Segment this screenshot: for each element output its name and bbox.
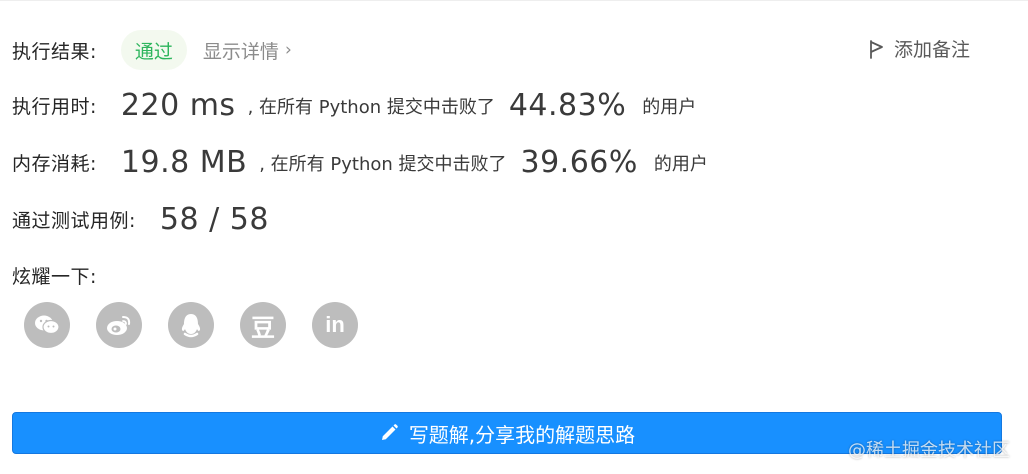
show-details-link[interactable]: 显示详情 ›: [203, 37, 292, 64]
runtime-row: 执行用时: 220 ms , 在所有 Python 提交中击败了 44.83% …: [12, 88, 696, 123]
write-solution-label: 写题解,分享我的解题思路: [408, 422, 636, 447]
memory-percent: 39.66%: [520, 145, 638, 180]
wechat-glyph: [35, 315, 60, 335]
testcases-label: 通过测试用例:: [12, 210, 136, 232]
watermark: @稀土掘金技术社区: [848, 440, 1010, 461]
qq-glyph: [181, 314, 201, 338]
add-note-label: 添加备注: [894, 39, 971, 61]
memory-row: 内存消耗: 19.8 MB , 在所有 Python 提交中击败了 39.66%…: [12, 145, 708, 180]
memory-beat-text: , 在所有 Python 提交中击败了: [259, 153, 507, 175]
share-row-label: 炫耀一下:: [12, 262, 97, 289]
flag-icon: [870, 39, 883, 59]
chevron-right-icon: ›: [284, 40, 292, 60]
runtime-percent: 44.83%: [508, 88, 627, 123]
memory-label: 内存消耗:: [12, 153, 97, 175]
weibo-icon[interactable]: [96, 302, 142, 348]
memory-value: 19.8 MB: [120, 145, 248, 180]
add-note-button[interactable]: 添加备注: [868, 35, 970, 62]
runtime-value: 220 ms: [120, 88, 236, 123]
result-label: 执行结果:: [12, 40, 97, 63]
runtime-suffix: 的用户: [642, 96, 697, 118]
douban-icon[interactable]: 豆: [240, 302, 286, 348]
wechat-icon[interactable]: [24, 302, 70, 348]
testcases-row: 通过测试用例: 58 / 58: [12, 202, 269, 237]
pencil-icon: [381, 424, 398, 440]
linkedin-glyph: in: [325, 312, 345, 337]
memory-suffix: 的用户: [653, 153, 708, 175]
show-details-label: 显示详情: [202, 40, 279, 63]
testcases-value: 58 / 58: [159, 202, 269, 237]
runtime-label: 执行用时:: [12, 96, 97, 118]
share-icons: 豆 in: [24, 302, 384, 348]
qq-icon[interactable]: [168, 302, 214, 348]
top-divider: [0, 0, 1028, 1]
weibo-glyph: [107, 316, 131, 335]
status-badge: 通过: [120, 30, 187, 70]
linkedin-icon[interactable]: in: [312, 302, 358, 348]
runtime-beat-text: , 在所有 Python 提交中击败了: [247, 96, 495, 118]
douban-glyph: 豆: [251, 313, 275, 342]
share-label: 炫耀一下:: [12, 266, 97, 288]
result-row: 执行结果: 通过 显示详情 ›: [12, 30, 292, 70]
